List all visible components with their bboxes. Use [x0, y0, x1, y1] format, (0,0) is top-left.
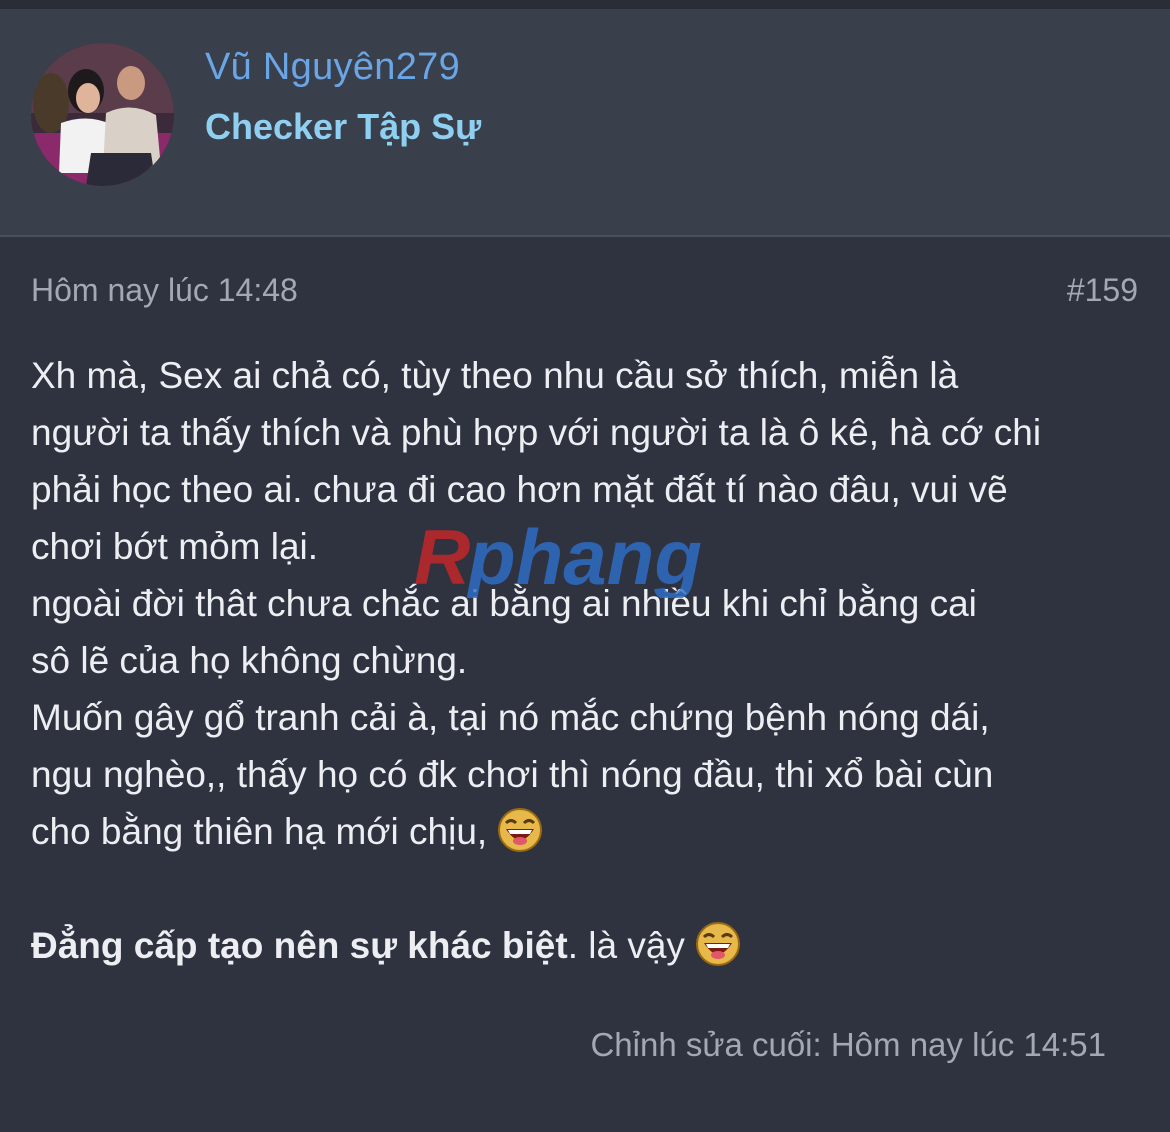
message-line: sô lẽ của họ không chừng.: [31, 640, 468, 681]
message-line: Muốn gây gổ tranh cải à, tại nó mắc chứn…: [31, 697, 990, 738]
laughing-emoji-icon: [695, 921, 741, 967]
post-timestamp[interactable]: Hôm nay lúc 14:48: [31, 272, 298, 309]
user-avatar[interactable]: [31, 43, 174, 186]
closing-rest-text: . là vậy: [567, 925, 685, 966]
message-line: Xh mà, Sex ai chả có, tùy theo nhu cầu s…: [31, 355, 959, 396]
post-header: Vũ Nguyên279 Checker Tập Sự: [0, 0, 1170, 237]
svg-text:phang: phang: [466, 518, 702, 598]
message-line: ngu nghèo,, thấy họ có đk chơi thì nóng …: [31, 754, 994, 795]
laughing-emoji-icon: [497, 807, 543, 853]
message-line-with-emoji: cho bằng thiên hạ mới chịu,: [31, 803, 1146, 860]
message-line: phải học theo ai. chưa đi cao hơn mặt đấ…: [31, 469, 1008, 510]
post-message-body: Xh mà, Sex ai chả có, tùy theo nhu cầu s…: [31, 347, 1146, 974]
username-link[interactable]: Vũ Nguyên279: [205, 46, 460, 89]
closing-bold-text: Đẳng cấp tạo nên sự khác biệt: [31, 925, 568, 966]
top-divider: [0, 0, 1170, 9]
closing-line: Đẳng cấp tạo nên sự khác biệt. là vậy: [31, 917, 1146, 974]
message-line: người ta thấy thích và phù hợp với người…: [31, 412, 1042, 453]
last-edited-note: Chỉnh sửa cuối: Hôm nay lúc 14:51: [590, 1026, 1106, 1063]
message-line: cho bằng thiên hạ mới chịu,: [31, 811, 488, 852]
svg-text:R: R: [414, 518, 470, 598]
rphang-watermark-logo: R phang: [410, 518, 766, 598]
post-permalink-number[interactable]: #159: [1067, 272, 1138, 309]
avatar-photo-icon: [31, 43, 174, 186]
user-rank-title: Checker Tập Sự: [205, 106, 482, 147]
